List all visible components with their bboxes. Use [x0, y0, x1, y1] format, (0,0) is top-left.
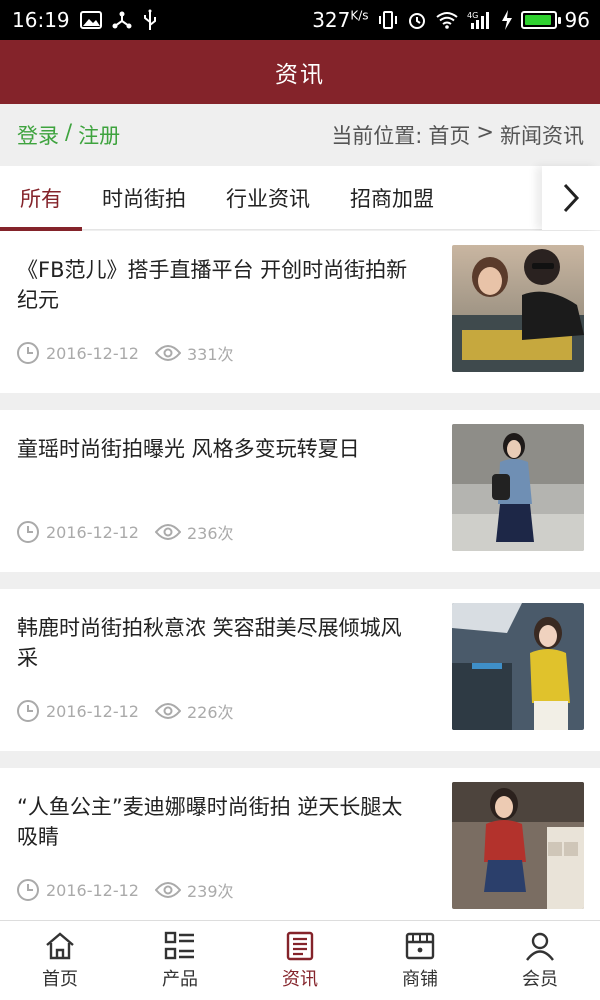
breadcrumb-current: 新闻资讯 — [500, 124, 584, 148]
home-icon — [46, 931, 74, 959]
article-date: 2016-12-12 — [46, 701, 139, 721]
location-bar: 登录 / 注册 当前位置: 首页 > 新闻资讯 — [0, 104, 600, 166]
article-title[interactable]: 韩鹿时尚街拍秋意浓 笑容甜美尽展倾城风采 — [17, 613, 417, 673]
login-link[interactable]: 登录 — [17, 120, 59, 150]
article-meta: 2016-12-12 331次 — [16, 341, 250, 365]
article-title[interactable]: “人鱼公主”麦迪娜曝时尚街拍 逆天长腿太吸睛 — [17, 792, 417, 852]
nav-products-label: 产品 — [162, 968, 198, 990]
article-thumbnail[interactable] — [452, 603, 584, 730]
article-thumbnail[interactable] — [452, 424, 584, 551]
eye-icon — [154, 703, 181, 719]
category-tabs: 所有 时尚街拍 行业资讯 招商加盟 — [0, 165, 600, 231]
nav-member[interactable]: 会员 — [480, 921, 600, 1000]
article-date: 2016-12-12 — [46, 880, 139, 900]
signal-icon: 4G — [467, 10, 493, 30]
register-link[interactable]: 注册 — [78, 120, 120, 150]
article-meta: 2016-12-12 236次 — [16, 520, 250, 544]
article-item[interactable]: 韩鹿时尚街拍秋意浓 笑容甜美尽展倾城风采 2016-12-12 226次 — [0, 589, 600, 751]
eye-icon — [154, 882, 181, 898]
nav-products[interactable]: 产品 — [120, 921, 240, 1000]
login-register: 登录 / 注册 — [17, 120, 120, 150]
tab-industry-news[interactable]: 行业资讯 — [206, 166, 330, 230]
image-icon — [79, 11, 102, 29]
nav-news[interactable]: 资讯 — [240, 921, 360, 1000]
share-icon — [112, 10, 132, 30]
nav-shop[interactable]: 商铺 — [360, 921, 480, 1000]
status-bar: 16:19 327K/s 4G 96 — [0, 0, 600, 40]
header: 资讯 — [0, 40, 600, 104]
svg-text:4G: 4G — [467, 11, 478, 20]
bottom-nav: 首页 产品 资讯 商铺 会员 — [0, 920, 600, 1000]
nav-member-label: 会员 — [522, 968, 558, 990]
charging-icon — [501, 10, 513, 30]
battery-fill — [524, 15, 552, 25]
news-icon — [286, 931, 314, 960]
nav-home[interactable]: 首页 — [0, 921, 120, 1000]
article-meta: 2016-12-12 226次 — [16, 699, 250, 723]
clock: 16:19 — [12, 8, 70, 32]
clock-icon — [17, 879, 39, 901]
article-title[interactable]: 童瑶时尚街拍曝光 风格多变玩转夏日 — [17, 434, 417, 464]
clock-icon — [17, 521, 39, 543]
wifi-icon — [435, 11, 459, 29]
article-views: 236次 — [186, 524, 234, 543]
login-separator: / — [65, 120, 73, 144]
clock-icon — [17, 342, 39, 364]
article-views: 331次 — [186, 345, 234, 364]
battery-percent: 96 — [564, 8, 590, 32]
battery-icon — [520, 11, 561, 29]
tabs-next-button[interactable] — [542, 165, 600, 230]
nav-shop-label: 商铺 — [402, 968, 438, 990]
eye-icon — [154, 524, 181, 540]
breadcrumb-arrow: > — [476, 120, 494, 144]
alarm-icon — [407, 10, 427, 30]
user-icon — [526, 932, 554, 961]
article-item[interactable]: 《FB范儿》搭手直播平台 开创时尚街拍新纪元 2016-12-12 331次 — [0, 231, 600, 393]
usb-icon — [142, 9, 158, 31]
article-meta: 2016-12-12 239次 — [16, 878, 250, 902]
article-views: 226次 — [186, 703, 234, 722]
list-icon — [164, 931, 194, 959]
vibrate-icon — [377, 10, 399, 30]
shop-icon — [405, 932, 435, 959]
tab-all[interactable]: 所有 — [0, 166, 82, 231]
chevron-right-icon — [563, 183, 580, 212]
article-thumbnail[interactable] — [452, 782, 584, 909]
breadcrumb-home[interactable]: 首页 — [428, 120, 470, 150]
eye-icon — [154, 345, 181, 361]
nav-news-label: 资讯 — [282, 968, 318, 990]
nav-home-label: 首页 — [42, 968, 78, 990]
tab-street-fashion[interactable]: 时尚街拍 — [82, 166, 206, 230]
article-views: 239次 — [186, 882, 234, 901]
clock-icon — [17, 700, 39, 722]
tab-franchise[interactable]: 招商加盟 — [330, 166, 454, 230]
network-speed: 327K/s — [312, 8, 369, 32]
page-title: 资讯 — [275, 62, 325, 88]
article-title[interactable]: 《FB范儿》搭手直播平台 开创时尚街拍新纪元 — [17, 255, 417, 315]
article-item[interactable]: “人鱼公主”麦迪娜曝时尚街拍 逆天长腿太吸睛 2016-12-12 239次 — [0, 768, 600, 930]
breadcrumb: 当前位置: 首页 > 新闻资讯 — [331, 120, 584, 150]
article-date: 2016-12-12 — [46, 522, 139, 542]
article-date: 2016-12-12 — [46, 343, 139, 363]
article-thumbnail[interactable] — [452, 245, 584, 372]
breadcrumb-label: 当前位置: — [331, 124, 423, 148]
article-item[interactable]: 童瑶时尚街拍曝光 风格多变玩转夏日 2016-12-12 236次 — [0, 410, 600, 572]
